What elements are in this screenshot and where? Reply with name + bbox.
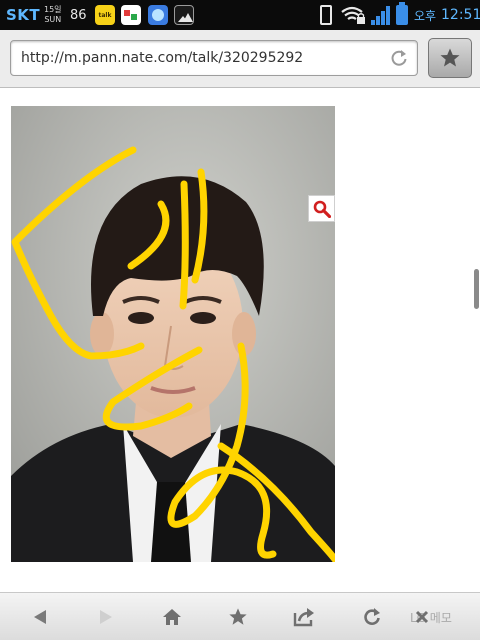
scrollbar-thumb[interactable] <box>474 269 479 309</box>
refresh-icon <box>364 608 380 625</box>
phone-vibrate-icon <box>320 5 332 25</box>
browser-address-bar: http://m.pann.nate.com/talk/320295292 <box>0 30 480 88</box>
back-icon <box>34 610 46 624</box>
url-text[interactable]: http://m.pann.nate.com/talk/320295292 <box>21 41 303 75</box>
signal-icon <box>371 6 390 25</box>
page-content <box>0 89 480 592</box>
battery-icon <box>396 2 408 25</box>
forward-icon <box>100 610 112 624</box>
carrier-label: SKT <box>6 6 41 24</box>
clock: 12:51 <box>441 7 480 23</box>
bookmarks-button[interactable] <box>210 593 266 641</box>
memo-button[interactable]: LG 메모 <box>410 593 452 641</box>
share-icon <box>293 608 314 627</box>
bookmarks-icon <box>229 608 247 625</box>
photo-artwork <box>11 106 335 562</box>
url-field[interactable]: http://m.pann.nate.com/talk/320295292 <box>10 40 418 76</box>
close-icon[interactable] <box>414 609 430 625</box>
notification-count: 86 <box>70 7 87 23</box>
wifi-lock-icon <box>341 6 365 24</box>
bookmark-button[interactable] <box>428 38 472 78</box>
date-day: 15일 <box>44 5 62 14</box>
refresh-button[interactable] <box>344 593 400 641</box>
play-store-icon <box>121 5 141 25</box>
zoom-button[interactable] <box>308 195 335 222</box>
share-button[interactable] <box>276 593 332 641</box>
face-app-icon <box>148 5 168 25</box>
home-icon <box>163 609 181 625</box>
date-widget: 15일 SUN <box>44 0 62 30</box>
browser-toolbar: LG 메모 <box>0 592 480 640</box>
date-weekday: SUN <box>44 15 62 24</box>
content-photo <box>11 106 335 562</box>
zoom-magnifier-icon <box>313 200 331 218</box>
home-button[interactable] <box>144 593 200 641</box>
kakaotalk-icon: talk <box>95 5 115 25</box>
am-pm-label: 오후 <box>414 8 437 23</box>
gallery-icon <box>174 5 194 25</box>
bookmark-star-icon <box>440 48 460 67</box>
talk-icon-text: talk <box>98 11 112 19</box>
status-bar: SKT 15일 SUN 86 talk 오후 12:51 <box>0 0 480 30</box>
forward-button[interactable] <box>78 593 134 641</box>
reload-icon[interactable] <box>389 48 409 68</box>
back-button[interactable] <box>12 593 68 641</box>
